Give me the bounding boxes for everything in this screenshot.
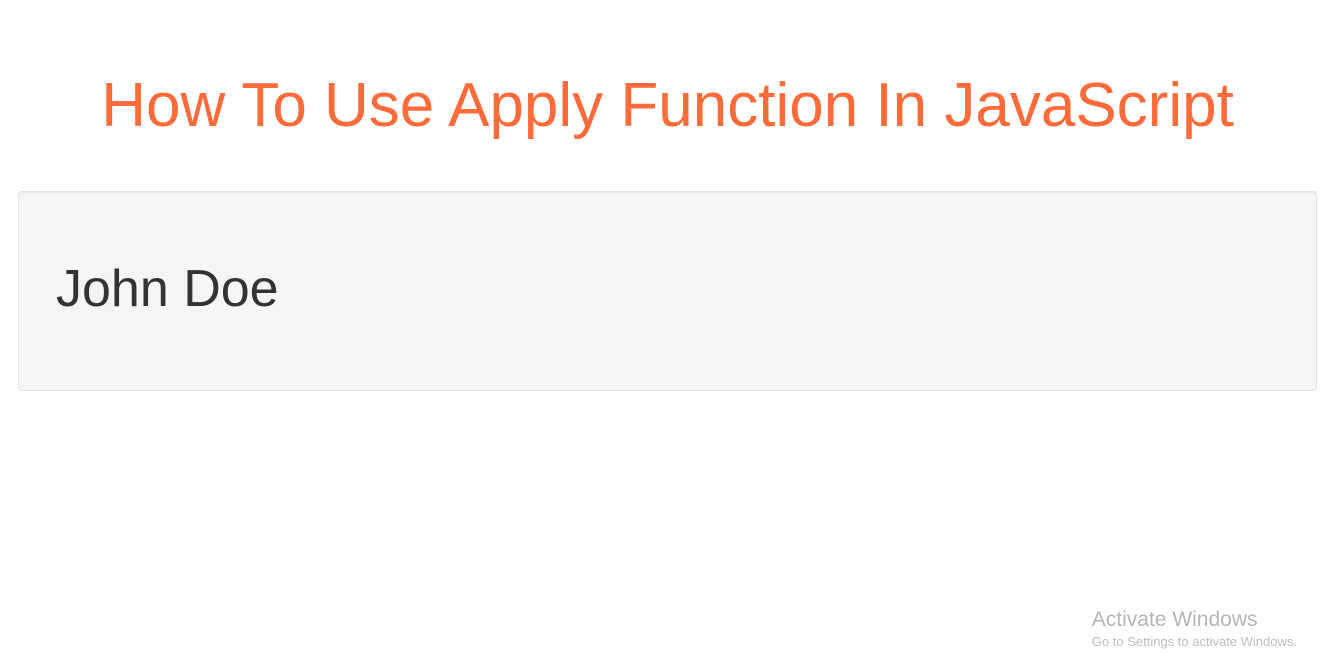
watermark-subtitle: Go to Settings to activate Windows. (1092, 634, 1297, 649)
windows-activation-watermark: Activate Windows Go to Settings to activ… (1092, 608, 1297, 649)
page-title: How To Use Apply Function In JavaScript (0, 70, 1335, 141)
output-text: John Doe (56, 261, 1297, 318)
output-well: John Doe (18, 191, 1317, 391)
watermark-title: Activate Windows (1092, 608, 1297, 632)
